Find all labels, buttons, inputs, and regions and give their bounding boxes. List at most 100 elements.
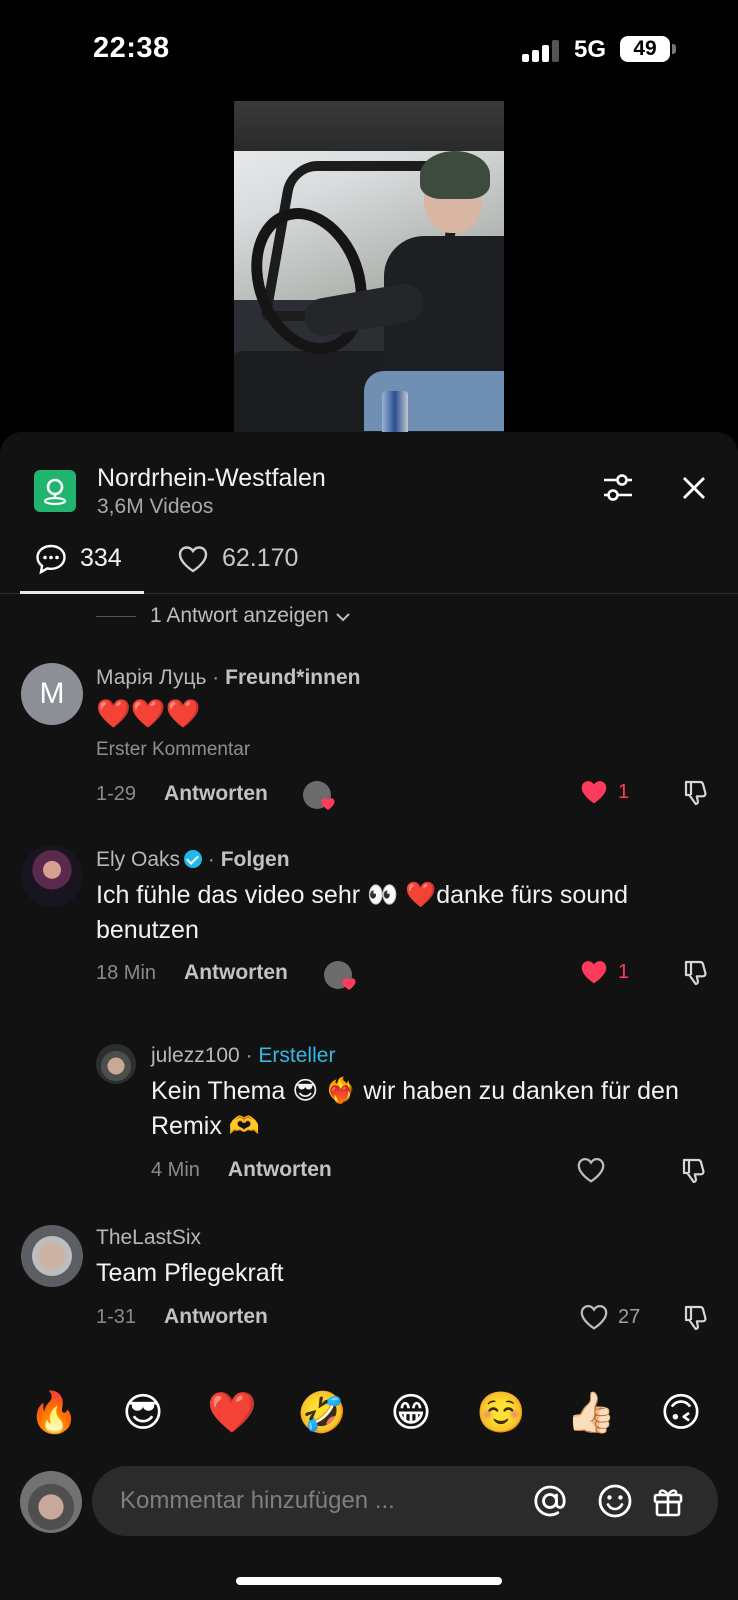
comment-author-line: TheLastSix xyxy=(96,1226,201,1250)
avatar[interactable] xyxy=(21,1225,83,1287)
comment-text: ❤️❤️❤️ xyxy=(96,698,201,729)
comment-author[interactable]: Марія Луць xyxy=(96,666,206,689)
dislike-button[interactable] xyxy=(680,957,712,989)
like-count: 1 xyxy=(618,780,630,803)
reply-button[interactable]: Antworten xyxy=(164,1305,268,1329)
reply-button[interactable]: Antworten xyxy=(184,961,288,985)
smiley-icon xyxy=(598,1484,632,1518)
location-title[interactable]: Nordrhein-Westfalen xyxy=(97,464,326,493)
heart-filled-icon xyxy=(581,961,607,984)
like-button[interactable]: 27 xyxy=(578,1301,640,1333)
chevron-down-icon xyxy=(335,613,350,622)
emoji-thumbs-up[interactable]: 👍🏻 xyxy=(566,1388,616,1438)
comment-bubble-icon xyxy=(36,544,66,575)
like-count: 1 xyxy=(618,960,630,983)
avatar[interactable] xyxy=(96,1044,136,1084)
filter-button[interactable] xyxy=(598,468,638,508)
comment-time: 1-31 xyxy=(96,1305,137,1328)
comment-author-line: Ely Oaks · Folgen xyxy=(96,848,290,871)
comment-author[interactable]: julezz100 xyxy=(151,1044,240,1067)
show-replies-button[interactable]: 1 Antwort anzeigen xyxy=(96,601,351,631)
reply-item: julezz100 · Ersteller Kein Thema 😎 ❤️‍🔥 … xyxy=(0,1042,738,1192)
location-pin-icon[interactable] xyxy=(34,470,76,512)
comment-meta: 4 Min Antworten xyxy=(151,1155,332,1185)
comment-input[interactable] xyxy=(120,1484,500,1518)
sliders-icon xyxy=(604,474,632,501)
sheet-tabs: 334 62.170 xyxy=(0,540,738,594)
comment-composer xyxy=(0,1462,738,1542)
mention-button[interactable] xyxy=(530,1481,570,1521)
comment-meta: 18 Min Antworten xyxy=(96,958,288,988)
comment-item: Ely Oaks · Folgen Ich fühle das video se… xyxy=(0,844,738,1004)
avatar[interactable] xyxy=(21,845,83,907)
comment-meta: 1-29 Antworten xyxy=(96,779,268,809)
video-preview[interactable] xyxy=(234,101,504,432)
tab-likes[interactable]: 62.170 xyxy=(176,540,326,594)
sheet-header: Nordrhein-Westfalen 3,6M Videos xyxy=(0,432,738,527)
emoji-upside-down[interactable]: 🙃 xyxy=(656,1388,706,1438)
verified-badge-icon xyxy=(184,850,203,868)
network-type: 5G xyxy=(574,36,607,63)
avatar[interactable]: M xyxy=(21,663,83,725)
emoji-grin[interactable]: 😁 xyxy=(386,1388,436,1438)
dislike-button[interactable] xyxy=(680,1302,712,1334)
comment-author[interactable]: TheLastSix xyxy=(96,1226,201,1249)
cellular-signal-icon xyxy=(522,40,562,62)
close-icon xyxy=(683,477,705,499)
friend-tag: Freund*innen xyxy=(225,666,361,689)
tab-comments[interactable]: 334 xyxy=(20,540,144,594)
heart-badge-icon xyxy=(342,978,356,990)
heart-badge-icon xyxy=(321,798,335,810)
home-indicator xyxy=(236,1577,502,1585)
comment-item: M Марія Луць · Freund*innen ❤️❤️❤️ Erste… xyxy=(0,662,738,822)
follow-button[interactable]: Folgen xyxy=(221,848,290,871)
gift-icon xyxy=(653,1489,683,1517)
emoji-quick-bar: 🔥 😎 ❤️ 🤣 😁 ☺️ 👍🏻 🙃 xyxy=(0,1388,738,1458)
emoji-fire[interactable]: 🔥 xyxy=(29,1388,79,1438)
heart-outline-icon xyxy=(577,1158,605,1183)
dislike-button[interactable] xyxy=(678,1155,710,1187)
emoji-smiling[interactable]: ☺️ xyxy=(476,1388,526,1438)
comment-text: Ich fühle das video sehr 👀 ❤️danke fürs … xyxy=(96,881,628,944)
reply-button[interactable]: Antworten xyxy=(164,782,268,806)
like-button[interactable]: 1 xyxy=(578,776,629,808)
comments-count: 334 xyxy=(80,544,122,572)
current-user-avatar[interactable] xyxy=(20,1471,82,1533)
like-button[interactable]: 1 xyxy=(578,956,629,988)
comments-sheet: Nordrhein-Westfalen 3,6M Videos 334 62.1… xyxy=(0,432,738,1600)
creator-liked-avatar xyxy=(303,781,335,810)
like-button[interactable] xyxy=(575,1154,607,1186)
dislike-button[interactable] xyxy=(680,777,712,809)
creator-tag: Ersteller xyxy=(258,1044,336,1067)
heart-filled-icon xyxy=(581,781,607,804)
battery-icon: 49 xyxy=(620,36,676,62)
comment-author[interactable]: Ely Oaks xyxy=(96,848,180,871)
comment-item: TheLastSix Team Pflegekraft 1-31 Antwort… xyxy=(0,1224,738,1374)
emoji-rofl[interactable]: 🤣 xyxy=(297,1388,347,1438)
likes-count: 62.170 xyxy=(222,544,299,572)
status-bar: 22:38 5G 49 xyxy=(0,0,738,100)
comment-text: Kein Thema 😎 ❤️‍🔥 wir haben zu danken fü… xyxy=(151,1077,679,1140)
comment-author-line: Марія Луць · Freund*innen xyxy=(96,666,361,689)
emoji-heart[interactable]: ❤️ xyxy=(207,1388,257,1438)
divider xyxy=(96,615,136,617)
location-video-count: 3,6M Videos xyxy=(97,495,214,518)
comment-author-line: julezz100 · Ersteller xyxy=(151,1044,336,1067)
first-comment-note: Erster Kommentar xyxy=(96,739,251,760)
at-sign-icon xyxy=(534,1485,566,1517)
comment-time: 1-29 xyxy=(96,782,137,805)
comment-time: 4 Min xyxy=(151,1158,200,1181)
heart-outline-icon xyxy=(178,546,208,573)
emoji-button[interactable] xyxy=(595,1481,635,1521)
like-count: 27 xyxy=(618,1305,641,1328)
comment-time: 18 Min xyxy=(96,961,157,984)
thumbs-down-icon xyxy=(684,1305,707,1331)
creator-liked-avatar xyxy=(324,961,356,990)
thumbs-down-icon xyxy=(684,780,707,806)
show-replies-label: 1 Antwort anzeigen xyxy=(150,604,329,627)
reply-button[interactable]: Antworten xyxy=(228,1158,332,1182)
gift-button[interactable] xyxy=(648,1481,688,1521)
heart-outline-icon xyxy=(580,1305,608,1330)
emoji-sunglasses[interactable]: 😎 xyxy=(118,1388,168,1438)
close-button[interactable] xyxy=(676,470,712,506)
